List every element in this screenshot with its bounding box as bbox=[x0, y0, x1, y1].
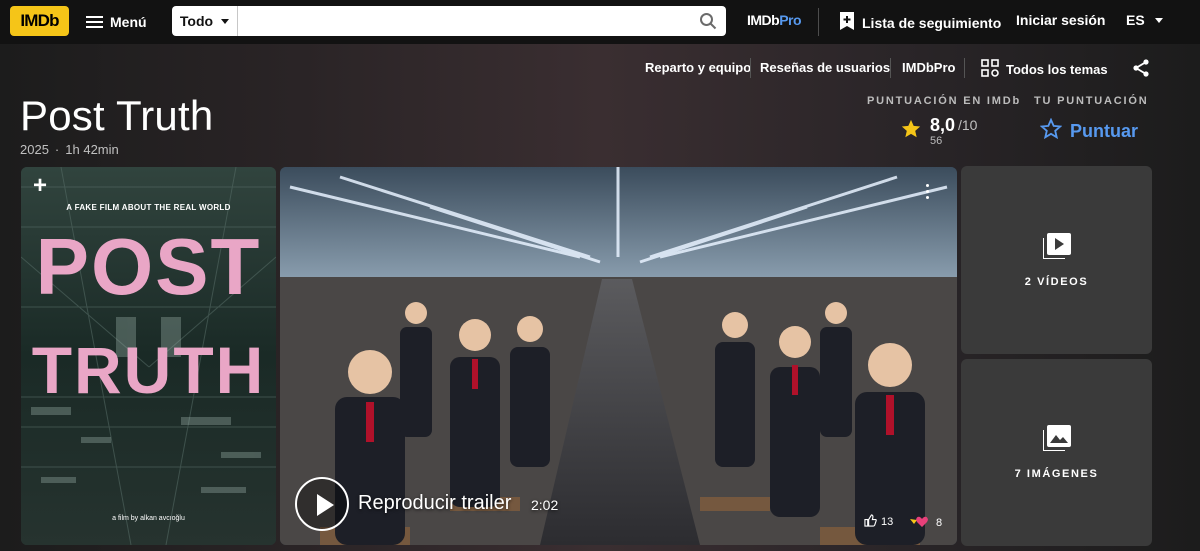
user-rating-label: TU PUNTUACIÓN bbox=[1034, 95, 1149, 107]
heart-icon bbox=[908, 514, 932, 531]
poster-tagline: A FAKE FILM ABOUT THE REAL WORLD bbox=[66, 203, 231, 212]
subnav-all-topics-label: Todos los temas bbox=[1006, 61, 1108, 77]
rating-score[interactable]: 8,0 bbox=[930, 115, 955, 136]
title-metadata: 2025 · 1h 42min bbox=[20, 142, 119, 157]
imdb-rating-label: PUNTUACIÓN EN IMDb bbox=[867, 95, 1022, 107]
subnav-user-reviews[interactable]: Reseñas de usuarios bbox=[760, 60, 890, 78]
imdb-logo[interactable]: IMDb bbox=[10, 6, 69, 36]
search-bar: Todo bbox=[172, 6, 726, 36]
photo-library-icon bbox=[1041, 425, 1071, 456]
imdbpro-link[interactable]: IMDbPro bbox=[747, 12, 802, 28]
release-year[interactable]: 2025 bbox=[20, 142, 49, 157]
video-library-icon bbox=[1041, 232, 1071, 264]
subnav-cast-crew[interactable]: Reparto y equipo bbox=[645, 60, 751, 78]
runtime: 1h 42min bbox=[65, 142, 119, 157]
chevron-down-icon bbox=[1154, 17, 1163, 23]
watchlist-button[interactable]: Lista de seguimiento bbox=[840, 12, 1001, 33]
chevron-down-icon bbox=[221, 18, 230, 24]
star-outline-icon bbox=[1039, 117, 1063, 145]
videos-count-label: 2 VÍDEOS bbox=[1024, 275, 1089, 288]
search-category-label: Todo bbox=[179, 13, 214, 29]
more-options-icon[interactable] bbox=[924, 184, 932, 202]
search-category-dropdown[interactable]: Todo bbox=[172, 6, 238, 36]
videos-tile[interactable]: 2 VÍDEOS bbox=[961, 166, 1152, 354]
watchlist-label: Lista de seguimiento bbox=[862, 14, 1002, 31]
search-icon[interactable] bbox=[690, 6, 726, 36]
rating-vote-count: 56 bbox=[930, 135, 943, 147]
subnav-divider bbox=[890, 58, 891, 78]
search-input[interactable] bbox=[238, 6, 690, 36]
trailer-reactions[interactable]: 8 bbox=[908, 514, 942, 531]
trailer-figures bbox=[335, 302, 925, 545]
likes-count: 13 bbox=[881, 516, 894, 528]
title-poster[interactable]: A FAKE FILM ABOUT THE REAL WORLD POST TR… bbox=[21, 167, 276, 545]
rating-max: /10 bbox=[958, 117, 978, 133]
play-button[interactable] bbox=[295, 477, 349, 531]
nav-divider bbox=[818, 8, 819, 36]
poster-title-word1: POST bbox=[35, 222, 262, 311]
thumbs-up-icon bbox=[864, 514, 877, 530]
play-icon bbox=[317, 494, 334, 516]
add-to-watchlist-icon[interactable]: + bbox=[27, 174, 53, 200]
subnav-divider bbox=[750, 58, 751, 78]
imdbpro-label-a: IMDb bbox=[747, 12, 780, 28]
subnav-imdbpro[interactable]: IMDbPro bbox=[902, 60, 955, 78]
rate-label: Puntuar bbox=[1070, 121, 1139, 141]
subnav-all-topics[interactable]: Todos los temas bbox=[981, 58, 1108, 80]
page-title: Post Truth bbox=[20, 92, 214, 139]
star-filled-icon bbox=[900, 118, 922, 145]
trailer-duration: 2:02 bbox=[531, 497, 559, 513]
watchlist-add-icon bbox=[840, 12, 854, 33]
menu-label: Menú bbox=[110, 14, 147, 30]
language-selector[interactable]: ES bbox=[1126, 12, 1163, 28]
top-navigation-bar: IMDb Menú Todo IMDbPro Lista de seguimie… bbox=[0, 0, 1200, 44]
imdbpro-label-b: Pro bbox=[779, 12, 802, 28]
grid-icon bbox=[981, 58, 999, 80]
poster-credit: a film by alkan avcıoğlu bbox=[112, 515, 185, 522]
trailer-likes[interactable]: 13 bbox=[864, 514, 893, 530]
poster-title-word2: TRUTH bbox=[31, 333, 266, 407]
images-tile[interactable]: 7 IMÁGENES bbox=[961, 359, 1152, 546]
images-count-label: 7 IMÁGENES bbox=[1014, 468, 1099, 480]
reactions-count: 8 bbox=[936, 516, 943, 529]
play-trailer-label[interactable]: Reproducir trailer bbox=[358, 492, 511, 515]
signin-button[interactable]: Iniciar sesión bbox=[1016, 12, 1105, 28]
language-label: ES bbox=[1126, 12, 1145, 28]
rate-button[interactable]: Puntuar bbox=[1039, 117, 1139, 145]
trailer-video[interactable] bbox=[280, 167, 957, 545]
menu-button[interactable]: Menú bbox=[86, 8, 147, 36]
hamburger-icon bbox=[86, 15, 103, 29]
subnav-divider bbox=[964, 58, 965, 78]
share-icon[interactable] bbox=[1131, 58, 1151, 83]
meta-separator: · bbox=[54, 142, 60, 157]
